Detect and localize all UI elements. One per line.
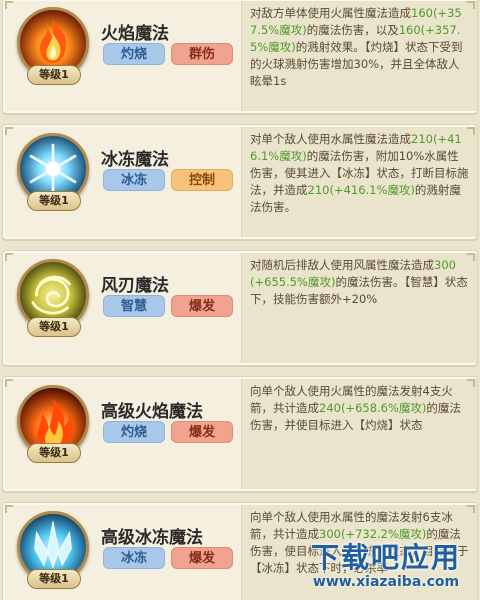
skill-card-wind[interactable]: 等级1 风刃魔法 智慧 爆发 对随机后排敌人使用风属性魔法造成300(+655.… xyxy=(2,250,478,366)
level-badge: 等级1 xyxy=(27,317,81,337)
skill-description: 对单个敌人使用水属性魔法造成210(+416.1%魔攻)的魔法伤害，附加10%水… xyxy=(241,127,477,237)
level-badge: 等级1 xyxy=(27,569,81,589)
skill-card-advanced-ice[interactable]: 等级1 高级冰冻魔法 冰冻 爆发 向单个敌人使用水属性的魔法发射6支冰箭，共计造… xyxy=(2,502,478,600)
skill-name: 火焰魔法 xyxy=(101,24,169,44)
skill-card-ice[interactable]: 等级1 冰冻魔法 冰冻 控制 对单个敌人使用水属性魔法造成210(+416.1%… xyxy=(2,124,478,240)
skill-tag: 冰冻 xyxy=(103,169,165,191)
skill-tag: 群伤 xyxy=(171,43,233,65)
skill-tag: 冰冻 xyxy=(103,547,165,569)
skill-name: 高级冰冻魔法 xyxy=(101,528,203,548)
skill-tag: 控制 xyxy=(171,169,233,191)
skill-tag: 灼烧 xyxy=(103,43,165,65)
skill-name: 风刃魔法 xyxy=(101,276,169,296)
skill-tag: 爆发 xyxy=(171,421,233,443)
skill-tag: 爆发 xyxy=(171,547,233,569)
skill-description: 对随机后排敌人使用风属性魔法造成300(+655.5%魔攻)的魔法伤害。【智慧】… xyxy=(241,253,477,363)
skill-tag: 智慧 xyxy=(103,295,165,317)
skill-list: 等级1 火焰魔法 灼烧 群伤 对敌方单体使用火属性魔法造成160(+357.5%… xyxy=(0,0,480,600)
skill-description: 对敌方单体使用火属性魔法造成160(+357.5%魔攻)的魔法伤害，以及160(… xyxy=(241,1,477,111)
skill-name: 高级火焰魔法 xyxy=(101,402,203,422)
level-badge: 等级1 xyxy=(27,443,81,463)
skill-description: 向单个敌人使用火属性的魔法发射4支火箭，共计造成240(+658.6%魔攻)的魔… xyxy=(241,379,477,489)
skill-name: 冰冻魔法 xyxy=(101,150,169,170)
skill-tag: 爆发 xyxy=(171,295,233,317)
level-badge: 等级1 xyxy=(27,191,81,211)
skill-tag: 灼烧 xyxy=(103,421,165,443)
skill-card-advanced-fire[interactable]: 等级1 高级火焰魔法 灼烧 爆发 向单个敌人使用火属性的魔法发射4支火箭，共计造… xyxy=(2,376,478,492)
level-badge: 等级1 xyxy=(27,65,81,85)
skill-description: 向单个敌人使用水属性的魔法发射6支冰箭，共计造成300(+732.2%魔攻)的魔… xyxy=(241,505,477,600)
skill-card-fire[interactable]: 等级1 火焰魔法 灼烧 群伤 对敌方单体使用火属性魔法造成160(+357.5%… xyxy=(2,0,478,114)
